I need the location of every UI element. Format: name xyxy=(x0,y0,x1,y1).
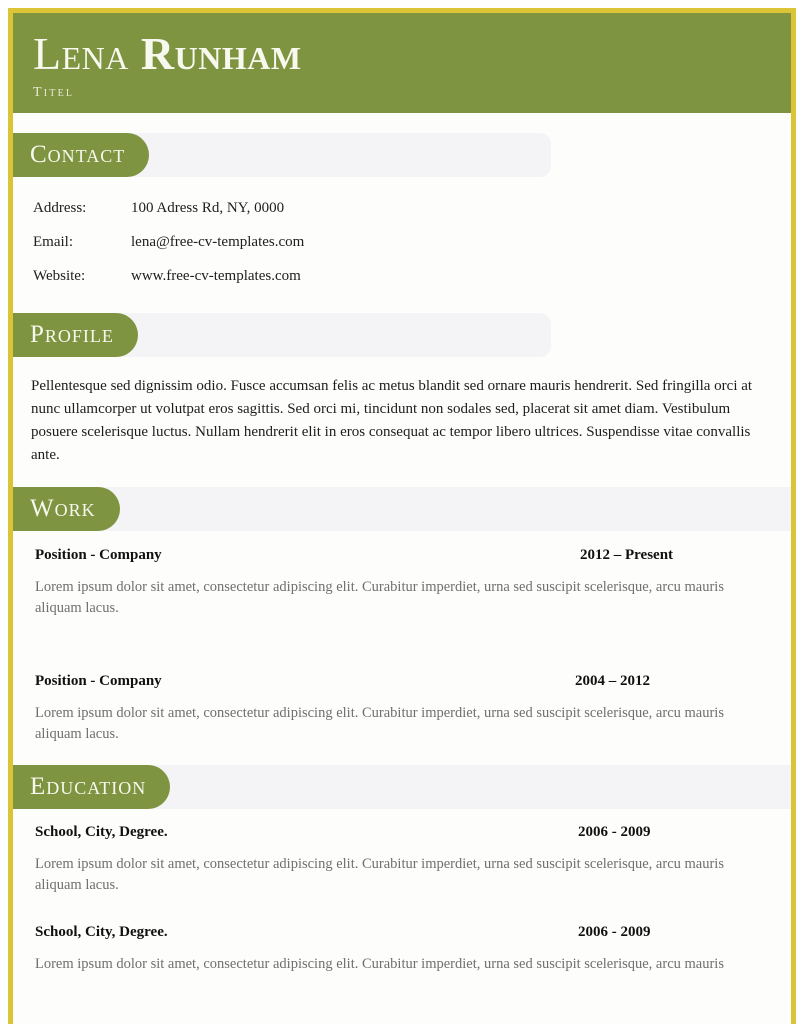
page-content: Lena Runham Titel Contact Address: 100 A… xyxy=(13,13,791,1024)
work-entry-title: Position - Company xyxy=(35,547,162,563)
contact-list: Address: 100 Adress Rd, NY, 0000 Email: … xyxy=(13,191,791,293)
contact-row: Email: lena@free-cv-templates.com xyxy=(33,225,791,259)
work-entry: Position - Company 2004 – 2012 Lorem ips… xyxy=(13,673,791,745)
education-entry-header: School, City, Degree. 2006 - 2009 xyxy=(25,824,753,846)
section-tab-education: Education xyxy=(13,765,171,809)
section-tab-work: Work xyxy=(13,487,120,531)
contact-label-website: Website: xyxy=(33,268,86,284)
work-entry-date: 2012 – Present xyxy=(580,547,674,563)
education-entry-title: School, City, Degree. xyxy=(35,924,168,940)
education-entry-description: Lorem ipsum dolor sit amet, consectetur … xyxy=(35,856,724,893)
work-entry-header: Position - Company 2012 – Present xyxy=(25,547,753,569)
contact-value-address: 100 Adress Rd, NY, 0000 xyxy=(131,200,285,216)
work-entry-title: Position - Company xyxy=(35,673,162,689)
education-entry-date: 2006 - 2009 xyxy=(578,924,651,940)
education-entry-title: School, City, Degree. xyxy=(35,824,168,840)
contact-label-address: Address: xyxy=(33,200,87,216)
page-title: Lena Runham xyxy=(33,27,791,81)
work-entry-date: 2004 – 2012 xyxy=(575,673,650,689)
education-entry-date: 2006 - 2009 xyxy=(578,824,651,840)
document-header: Lena Runham Titel xyxy=(13,13,791,113)
job-title-subtitle: Titel xyxy=(33,85,75,100)
section-band-bar xyxy=(13,487,791,531)
education-entry: School, City, Degree. 2006 - 2009 Lorem … xyxy=(13,924,791,975)
contact-row: Website: www.free-cv-templates.com xyxy=(33,259,791,293)
work-entry: Position - Company 2012 – Present Lorem … xyxy=(13,547,791,619)
section-header-contact: Contact xyxy=(13,133,791,177)
education-entry-header: School, City, Degree. 2006 - 2009 xyxy=(25,924,753,946)
work-entry-header: Position - Company 2004 – 2012 xyxy=(25,673,753,695)
section-header-work: Work xyxy=(13,487,791,531)
cv-document: Lena Runham Titel Contact Address: 100 A… xyxy=(0,0,804,1024)
contact-label-email: Email: xyxy=(33,234,73,250)
profile-paragraph: Pellentesque sed dignissim odio. Fusce a… xyxy=(31,378,753,463)
work-entry-description: Lorem ipsum dolor sit amet, consectetur … xyxy=(35,579,724,616)
section-tab-contact: Contact xyxy=(13,133,150,177)
contact-value-email[interactable]: lena@free-cv-templates.com xyxy=(131,225,304,259)
section-tab-profile: Profile xyxy=(13,313,138,357)
first-name: Lena xyxy=(33,28,141,79)
work-entry-description: Lorem ipsum dolor sit amet, consectetur … xyxy=(35,705,724,742)
section-header-education: Education xyxy=(13,765,791,809)
contact-value-website[interactable]: www.free-cv-templates.com xyxy=(131,259,301,293)
education-entry-description: Lorem ipsum dolor sit amet, consectetur … xyxy=(35,956,724,972)
last-name: Runham xyxy=(140,28,302,79)
section-header-profile: Profile xyxy=(13,313,791,357)
education-entry: School, City, Degree. 2006 - 2009 Lorem … xyxy=(13,824,791,896)
contact-row: Address: 100 Adress Rd, NY, 0000 xyxy=(33,191,791,225)
